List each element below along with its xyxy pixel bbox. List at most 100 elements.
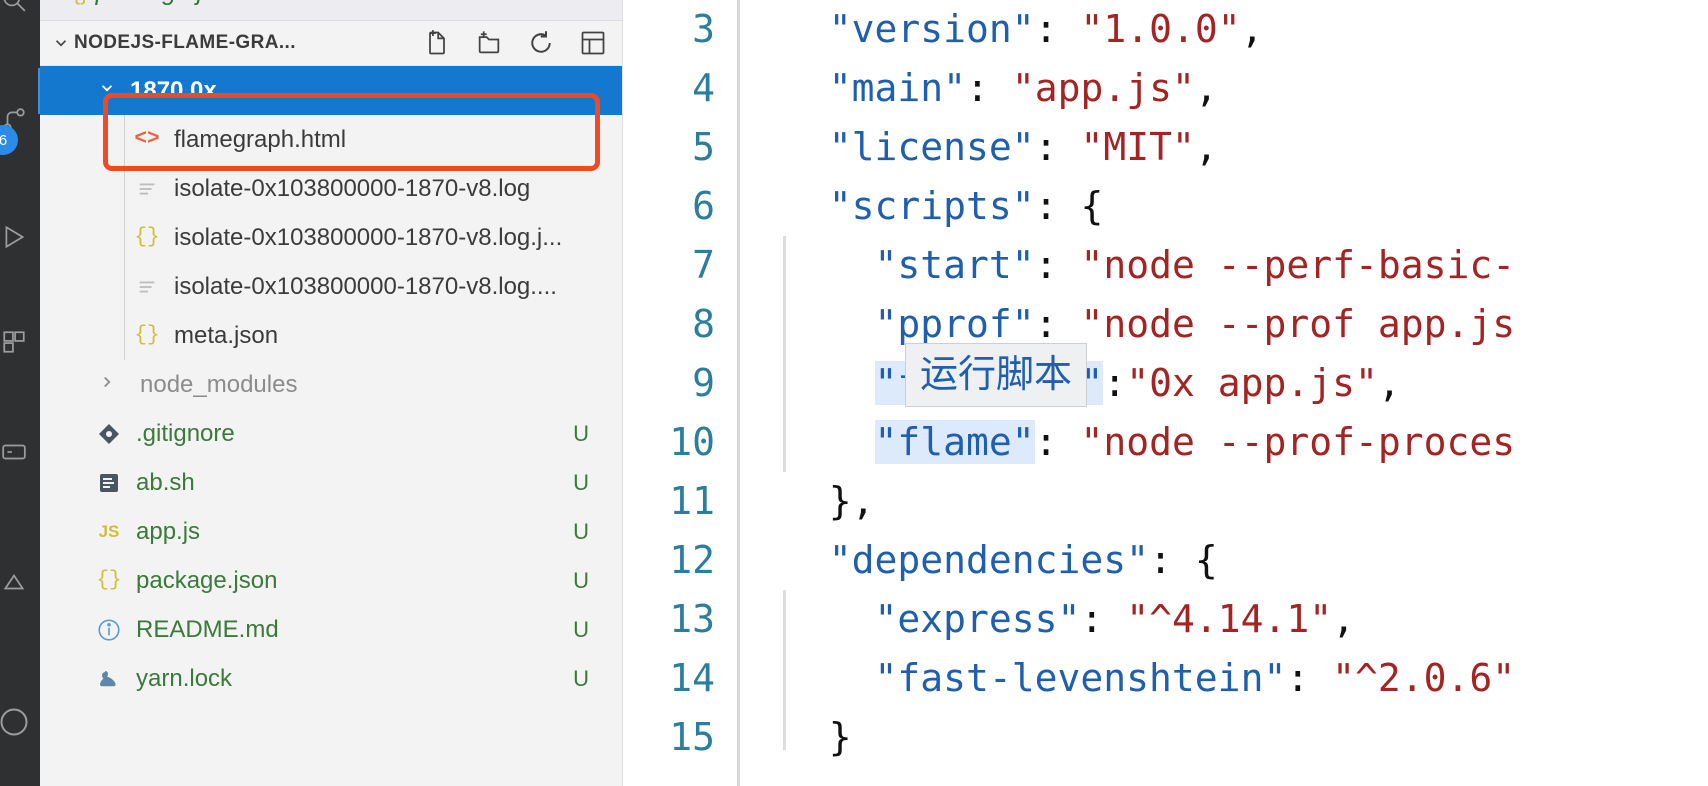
line-number: 15	[669, 715, 715, 759]
line-number: 14	[669, 656, 715, 700]
tree-row-yarn-lock[interactable]: yarn.lock U	[40, 654, 622, 703]
tree-item-label: README.md	[136, 615, 279, 643]
tree-row-gitignore[interactable]: .gitignore U	[40, 409, 622, 458]
line-number: 9	[692, 361, 715, 405]
line-number: 8	[692, 302, 715, 346]
git-status-badge: U	[573, 469, 589, 495]
code-line: 5 "license": "MIT",	[623, 118, 1708, 177]
git-status-badge: U	[573, 665, 589, 691]
line-number: 11	[669, 479, 715, 523]
tree-row-meta-json[interactable]: {} meta.json	[40, 311, 622, 360]
git-status-badge: U	[573, 616, 589, 642]
tree-row-package-json[interactable]: {} package.json U	[40, 556, 622, 605]
line-text: "dependencies": {	[828, 538, 1218, 582]
editor-tab-label: package.json	[96, 0, 243, 7]
yarn-icon	[90, 667, 128, 691]
line-text: "main": "app.js",	[828, 66, 1218, 110]
line-number: 5	[692, 125, 715, 169]
line-number: 7	[692, 243, 715, 287]
tree-item-label: app.js	[136, 517, 201, 545]
editor-tab-strip: × {} package.json	[40, 0, 622, 21]
editor-tab-package-json[interactable]: × {} package.json	[52, 0, 243, 7]
vscode-window: 6 NODEJS-FLAME-GRA... 1870.0x <> flamegr…	[0, 0, 1708, 786]
tree-item-label: .gitignore	[136, 419, 235, 447]
workspace-title: NODEJS-FLAME-GRA...	[74, 32, 296, 53]
git-status-badge: U	[573, 567, 589, 593]
tree-item-label: yarn.lock	[136, 664, 233, 692]
json-icon: {}	[134, 226, 160, 249]
activity-bar: 6	[0, 0, 41, 786]
line-number: 6	[692, 184, 715, 228]
remote-explorer-icon[interactable]	[0, 430, 36, 474]
tree-row-isolate-log-txt[interactable]: isolate-0x103800000-1870-v8.log....	[40, 262, 622, 311]
refresh-icon[interactable]	[526, 28, 556, 58]
new-folder-icon[interactable]	[474, 28, 504, 58]
collapse-all-icon[interactable]	[578, 28, 608, 58]
file-tree: 1870.0x <> flamegraph.html isolate-0x103…	[40, 66, 622, 703]
tree-item-label: ab.sh	[136, 468, 195, 496]
tree-row-isolate-log-json[interactable]: {} isolate-0x103800000-1870-v8.log.j...	[40, 213, 622, 262]
tree-row-app-js[interactable]: JS app.js U	[40, 507, 622, 556]
tree-row-isolate-log[interactable]: isolate-0x103800000-1870-v8.log	[40, 164, 622, 213]
git-status-badge: U	[573, 518, 589, 544]
line-text: "license": "MIT",	[828, 125, 1218, 169]
line-text: "version": "1.0.0",	[828, 7, 1264, 51]
explorer-sidebar: × {} package.json NODEJS-FLAME-GRA...	[40, 0, 623, 786]
tree-row-folder-1870[interactable]: 1870.0x	[40, 66, 622, 115]
shell-icon	[90, 471, 128, 495]
code-line: 11 },	[623, 472, 1708, 531]
tree-item-label: flamegraph.html	[174, 125, 347, 153]
hover-tooltip: 运行脚本	[905, 343, 1088, 407]
tree-item-label: isolate-0x103800000-1870-v8.log	[174, 174, 531, 202]
json-icon: {}	[134, 324, 160, 347]
html-icon: <>	[134, 128, 160, 151]
tree-item-label: 1870.0x	[130, 76, 217, 104]
json-icon: {}	[96, 569, 122, 592]
line-text: "fast-levenshtein": "^2.0.6"	[874, 656, 1516, 700]
line-text: "pprof": "node --prof app.js	[874, 302, 1516, 346]
git-status-badge: U	[573, 420, 589, 446]
chevron-down-icon[interactable]	[48, 34, 74, 52]
line-text: },	[783, 479, 875, 523]
testing-icon[interactable]	[0, 560, 36, 604]
new-file-icon[interactable]	[422, 28, 452, 58]
line-number: 10	[669, 420, 715, 464]
tree-row-node-modules[interactable]: node_modules	[40, 360, 622, 409]
explorer-section-header[interactable]: NODEJS-FLAME-GRA...	[40, 21, 622, 66]
tree-item-label: isolate-0x103800000-1870-v8.log....	[174, 272, 557, 300]
code-line: 4 "main": "app.js",	[623, 59, 1708, 118]
log-icon	[128, 178, 166, 200]
markdown-icon	[90, 617, 128, 643]
line-number: 12	[669, 538, 715, 582]
git-icon	[90, 422, 128, 446]
extensions-icon[interactable]	[0, 320, 36, 364]
tree-row-readme-md[interactable]: README.md U	[40, 605, 622, 654]
search-icon[interactable]	[0, 0, 36, 22]
line-text: "start": "node --perf-basic-	[874, 243, 1516, 287]
tree-item-label: node_modules	[140, 370, 298, 398]
account-icon[interactable]	[0, 700, 36, 744]
js-icon: JS	[98, 521, 120, 541]
code-editor[interactable]: 3 "version": "1.0.0", 4 "main": "app.js"…	[623, 0, 1708, 786]
code-line: 3 "version": "1.0.0",	[623, 0, 1708, 59]
indent-guide	[783, 590, 786, 750]
line-number: 4	[692, 66, 715, 110]
chevron-right-icon[interactable]	[92, 373, 122, 396]
tree-row-ab-sh[interactable]: ab.sh U	[40, 458, 622, 507]
code-line: 6 "scripts": {	[623, 177, 1708, 236]
tree-row-flamegraph-html[interactable]: <> flamegraph.html	[40, 115, 622, 164]
line-number: 13	[669, 597, 715, 641]
line-text: "scripts": {	[828, 184, 1104, 228]
close-icon[interactable]: ×	[52, 0, 65, 6]
log-icon	[128, 276, 166, 298]
line-text: "flame": "node --prof-proces	[874, 420, 1516, 464]
line-text: }	[783, 715, 852, 759]
tree-item-label: meta.json	[174, 321, 279, 349]
indent-guide	[783, 236, 786, 472]
line-number: 3	[692, 7, 715, 51]
line-text: "express": "^4.14.1",	[874, 597, 1355, 641]
run-and-debug-icon[interactable]	[0, 215, 36, 259]
tree-item-label: isolate-0x103800000-1870-v8.log.j...	[174, 223, 563, 251]
json-icon: {}	[73, 0, 88, 6]
chevron-down-icon[interactable]	[92, 79, 122, 102]
